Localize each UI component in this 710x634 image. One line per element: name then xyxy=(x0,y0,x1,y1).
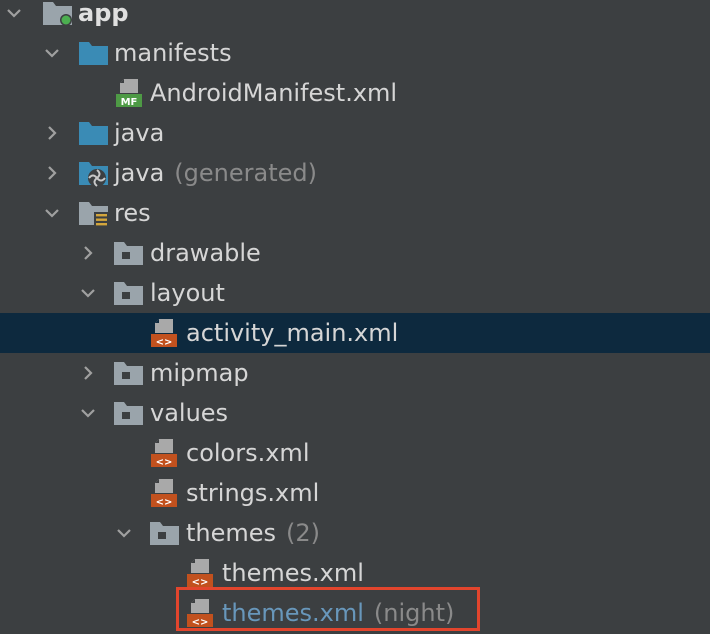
tree-node-android-manifest[interactable]: MF AndroidManifest.xml xyxy=(0,73,710,113)
tree-node-values[interactable]: values xyxy=(0,393,710,433)
tree-node-label: themes (2) xyxy=(186,519,321,547)
tree-node-label: app xyxy=(78,0,129,27)
xml-file-icon: <> xyxy=(151,439,177,468)
xml-file-icon: <> xyxy=(187,559,213,588)
project-tree: app manifests MF AndroidManifest.xml jav… xyxy=(0,0,710,634)
chevron-right-icon[interactable] xyxy=(76,361,100,385)
tree-node-label: values xyxy=(150,399,229,427)
folder-icon xyxy=(114,242,143,265)
chevron-down-icon[interactable] xyxy=(2,1,26,25)
tree-node-res[interactable]: res xyxy=(0,193,710,233)
svg-text:<>: <> xyxy=(156,457,173,468)
tree-node-suffix: (2) xyxy=(286,519,321,547)
svg-text:<>: <> xyxy=(156,497,173,508)
xml-file-icon: <> xyxy=(151,479,177,508)
manifest-file-icon: MF xyxy=(116,79,142,108)
tree-node-label: strings.xml xyxy=(186,479,320,507)
tree-node-label: layout xyxy=(150,279,225,307)
folder-icon xyxy=(150,522,179,545)
svg-text:<>: <> xyxy=(156,337,173,348)
chevron-right-icon[interactable] xyxy=(40,121,64,145)
chevron-right-icon[interactable] xyxy=(40,161,64,185)
tree-node-label: java (generated) xyxy=(114,159,317,187)
resource-folder-icon xyxy=(79,202,108,227)
folder-icon xyxy=(114,402,143,425)
tree-node-label: colors.xml xyxy=(186,439,310,467)
generated-folder-icon xyxy=(79,162,108,187)
folder-icon xyxy=(79,122,108,145)
highlight-box xyxy=(176,587,480,631)
tree-node-manifests[interactable]: manifests xyxy=(0,33,710,73)
tree-node-mipmap[interactable]: mipmap xyxy=(0,353,710,393)
chevron-right-icon[interactable] xyxy=(76,241,100,265)
tree-node-app[interactable]: app xyxy=(0,0,710,33)
tree-node-java[interactable]: java xyxy=(0,113,710,153)
tree-node-label: AndroidManifest.xml xyxy=(150,79,398,107)
tree-node-label: java xyxy=(114,119,165,147)
chevron-down-icon[interactable] xyxy=(40,201,64,225)
xml-file-icon: <> xyxy=(151,319,177,348)
tree-node-layout[interactable]: layout xyxy=(0,273,710,313)
tree-node-label: drawable xyxy=(150,239,261,267)
tree-node-label: mipmap xyxy=(150,359,249,387)
folder-icon xyxy=(79,42,108,65)
tree-node-label: res xyxy=(114,199,151,227)
module-folder-icon xyxy=(43,2,72,26)
folder-icon xyxy=(114,282,143,305)
tree-node-colors-xml[interactable]: <> colors.xml xyxy=(0,433,710,473)
tree-node-suffix: (generated) xyxy=(174,159,317,187)
chevron-down-icon[interactable] xyxy=(76,401,100,425)
folder-icon xyxy=(114,362,143,385)
tree-node-java-generated[interactable]: java (generated) xyxy=(0,153,710,193)
svg-text:MF: MF xyxy=(121,97,138,108)
tree-node-drawable[interactable]: drawable xyxy=(0,233,710,273)
tree-node-label: activity_main.xml xyxy=(186,319,399,347)
tree-node-themes[interactable]: themes (2) xyxy=(0,513,710,553)
chevron-down-icon[interactable] xyxy=(112,521,136,545)
tree-node-activity-main-xml[interactable]: <> activity_main.xml xyxy=(0,313,710,353)
tree-node-label: manifests xyxy=(114,39,232,67)
chevron-down-icon[interactable] xyxy=(40,41,64,65)
chevron-down-icon[interactable] xyxy=(76,281,100,305)
tree-node-strings-xml[interactable]: <> strings.xml xyxy=(0,473,710,513)
